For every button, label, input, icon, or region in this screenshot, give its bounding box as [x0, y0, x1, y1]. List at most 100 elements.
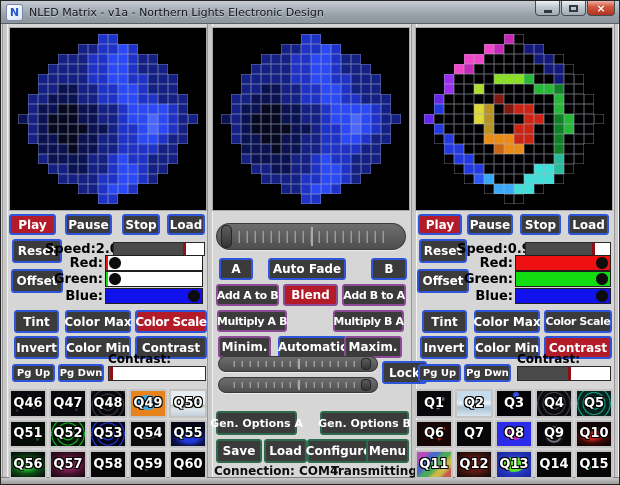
led-cell: [564, 44, 574, 54]
tint-button-b[interactable]: Tint: [422, 310, 467, 333]
led-cell: [554, 34, 564, 44]
pattern-button-q7[interactable]: Q7: [455, 419, 493, 449]
close-button[interactable]: ×: [587, 1, 615, 16]
maximize-button[interactable]: [561, 1, 586, 16]
led-cell: [88, 184, 98, 194]
level-slider-1-thumb[interactable]: [360, 358, 371, 370]
pattern-button-q8[interactable]: Q8: [495, 419, 533, 449]
pattern-button-q53[interactable]: Q53: [89, 419, 127, 449]
stop-button-a[interactable]: Stop: [122, 214, 160, 235]
contrast-slider-a[interactable]: [108, 366, 206, 381]
led-cell: [281, 154, 291, 164]
led-cell: [178, 174, 188, 184]
pattern-button-q50[interactable]: Q50: [169, 389, 207, 418]
speed-slider-a[interactable]: [113, 242, 205, 256]
configure-button[interactable]: Configure: [306, 439, 371, 463]
red-slider-b[interactable]: [515, 255, 611, 271]
pause-button-b[interactable]: Pause: [467, 214, 513, 235]
multiply-ab-button[interactable]: Multiply A B: [217, 310, 287, 332]
led-cell: [108, 54, 118, 64]
pattern-button-q46[interactable]: Q46: [9, 389, 47, 418]
level-slider-2[interactable]: [218, 377, 378, 393]
blend-button[interactable]: Blend: [283, 284, 338, 306]
load-button-global[interactable]: Load: [264, 439, 307, 463]
led-cell: [371, 114, 381, 124]
pattern-button-q55[interactable]: Q55: [169, 419, 207, 449]
led-cell: [38, 134, 48, 144]
color-scale-button-a[interactable]: Color Scale: [135, 310, 207, 333]
maximum-button[interactable]: Maxim.: [344, 336, 402, 358]
pattern-button-q1[interactable]: Q1: [415, 389, 453, 418]
pattern-button-q2[interactable]: Q2: [455, 389, 493, 418]
pattern-button-q52[interactable]: Q52: [49, 419, 87, 449]
led-cell: [98, 44, 108, 54]
menu-button[interactable]: Menu: [366, 439, 409, 463]
play-button-a[interactable]: Play: [9, 214, 56, 235]
pattern-button-q4[interactable]: Q4: [535, 389, 573, 418]
play-button-b[interactable]: Play: [418, 214, 462, 235]
led-cell: [128, 134, 138, 144]
pattern-button-q57[interactable]: Q57: [49, 450, 87, 479]
page-down-button-a[interactable]: Pg Dwn: [58, 364, 104, 382]
contrast-slider-b[interactable]: [517, 366, 611, 381]
pattern-button-q51[interactable]: Q51: [9, 419, 47, 449]
invert-button-a[interactable]: Invert: [14, 336, 59, 359]
gen-options-a-button[interactable]: Gen. Options A: [210, 411, 303, 435]
pattern-button-q9[interactable]: Q9: [535, 419, 573, 449]
level-slider-1[interactable]: [218, 356, 378, 372]
pattern-button-q3[interactable]: Q3: [495, 389, 533, 418]
pause-button-a[interactable]: Pause: [65, 214, 112, 235]
pattern-button-q59[interactable]: Q59: [129, 450, 167, 479]
color-max-button-a[interactable]: Color Max: [64, 310, 132, 333]
stop-button-b[interactable]: Stop: [520, 214, 561, 235]
minimum-button[interactable]: Minim.: [218, 336, 271, 358]
led-cell: [371, 104, 381, 114]
pattern-button-q10[interactable]: Q10: [575, 419, 613, 449]
pattern-button-q14[interactable]: Q14: [535, 450, 573, 479]
color-scale-button-b[interactable]: Color Scale: [544, 310, 612, 333]
page-up-button-a[interactable]: Pg Up: [12, 364, 55, 382]
tint-button-a[interactable]: Tint: [14, 310, 59, 333]
add-a-to-b-button[interactable]: Add A to B: [216, 284, 279, 306]
color-max-button-b[interactable]: Color Max: [473, 310, 541, 333]
pattern-button-q12[interactable]: Q12: [455, 450, 493, 479]
pattern-button-q48[interactable]: Q48: [89, 389, 127, 418]
speed-slider-b[interactable]: [525, 242, 611, 256]
led-cell: [361, 44, 371, 54]
save-button[interactable]: Save: [216, 439, 262, 463]
pattern-button-q13[interactable]: Q13: [495, 450, 533, 479]
level-slider-2-thumb[interactable]: [360, 379, 371, 391]
pattern-button-q56[interactable]: Q56: [9, 450, 47, 479]
blue-slider-a[interactable]: [105, 288, 203, 304]
automatic-button[interactable]: Automatic: [278, 336, 347, 358]
led-cell: [18, 154, 28, 164]
select-a-button[interactable]: A: [219, 258, 253, 280]
crossfade-thumb[interactable]: [221, 225, 233, 248]
gen-options-b-button[interactable]: Gen. Options B: [318, 411, 411, 435]
red-slider-a[interactable]: [105, 255, 203, 271]
invert-button-b[interactable]: Invert: [420, 336, 468, 359]
pattern-button-q5[interactable]: Q5: [575, 389, 613, 418]
auto-fade-button[interactable]: Auto Fade: [268, 258, 346, 280]
add-b-to-a-button[interactable]: Add B to A: [342, 284, 406, 306]
load-button-b[interactable]: Load: [568, 214, 609, 235]
minimize-button[interactable]: [535, 1, 560, 16]
pattern-button-q60[interactable]: Q60: [169, 450, 207, 479]
page-down-button-b[interactable]: Pg Dwn: [464, 364, 511, 382]
green-slider-a[interactable]: [105, 271, 203, 287]
pattern-button-q11[interactable]: Q11: [415, 450, 453, 479]
green-slider-b[interactable]: [515, 271, 611, 287]
pattern-button-q6[interactable]: Q6: [415, 419, 453, 449]
load-button-a[interactable]: Load: [167, 214, 205, 235]
pattern-button-q49[interactable]: Q49: [129, 389, 167, 418]
blue-slider-b[interactable]: [515, 288, 611, 304]
pattern-button-q47[interactable]: Q47: [49, 389, 87, 418]
pattern-button-q54[interactable]: Q54: [129, 419, 167, 449]
titlebar[interactable]: N NLED Matrix - v1a - Northern Lights El…: [1, 1, 619, 24]
page-up-button-b[interactable]: Pg Up: [418, 364, 461, 382]
crossfade-slider[interactable]: [216, 223, 406, 250]
select-b-button[interactable]: B: [371, 258, 407, 280]
multiply-ba-button[interactable]: Multiply B A: [333, 310, 404, 332]
pattern-button-q58[interactable]: Q58: [89, 450, 127, 479]
pattern-button-q15[interactable]: Q15: [575, 450, 613, 479]
